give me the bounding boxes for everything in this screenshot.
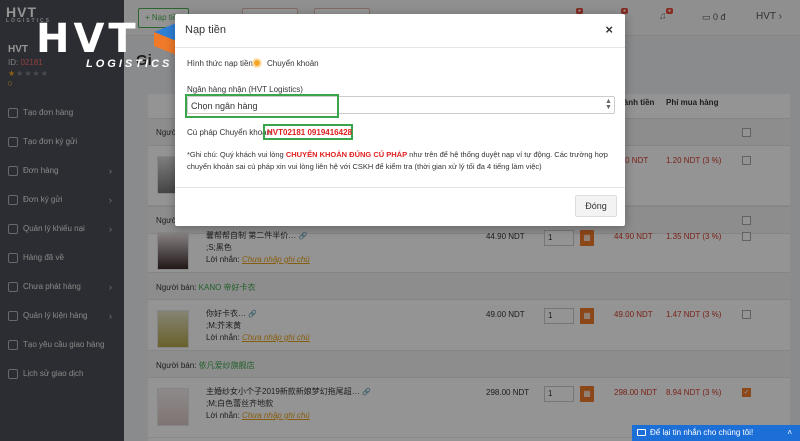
chevron-up-icon[interactable]: ˄ — [787, 425, 792, 441]
note-highlight: CHUYỂN KHOẢN ĐÚNG CÚ PHÁP — [285, 150, 408, 159]
chat-widget[interactable]: Để lại tin nhắn cho chúng tôi! ˄ — [632, 425, 800, 441]
envelope-icon — [637, 429, 646, 436]
close-button[interactable]: Đóng — [575, 195, 617, 217]
chat-label: Để lại tin nhắn cho chúng tôi! — [650, 428, 754, 437]
divider — [175, 187, 625, 188]
close-icon[interactable]: × — [605, 22, 613, 37]
syntax-label: Cú pháp Chuyển khoản — [187, 128, 272, 137]
method-label: Hình thức nạp tiền — [187, 59, 253, 68]
method-value[interactable]: Chuyển khoản — [267, 59, 319, 68]
logo-subtext: LOGISTICS — [86, 58, 173, 70]
syntax-value: HVT02181 0919416428 — [267, 128, 352, 137]
transfer-radio[interactable] — [252, 58, 262, 68]
modal-title: Nạp tiền — [185, 24, 226, 36]
bank-select-value[interactable]: Chọn ngân hàng — [191, 101, 258, 111]
topup-modal: Nạp tiền × Hình thức nạp tiền Chuyển kho… — [175, 14, 625, 226]
select-arrows-icon[interactable]: ▲ ▼ — [605, 98, 612, 111]
note-prefix: *Ghi chú: Quý khách vui lòng — [187, 150, 286, 159]
note-text: *Ghi chú: Quý khách vui lòng CHUYỂN KHOẢ… — [187, 149, 617, 173]
logo-text: HVT — [36, 16, 140, 62]
divider — [175, 47, 625, 48]
bank-label: Ngân hàng nhận (HVT Logistics) — [187, 85, 303, 94]
